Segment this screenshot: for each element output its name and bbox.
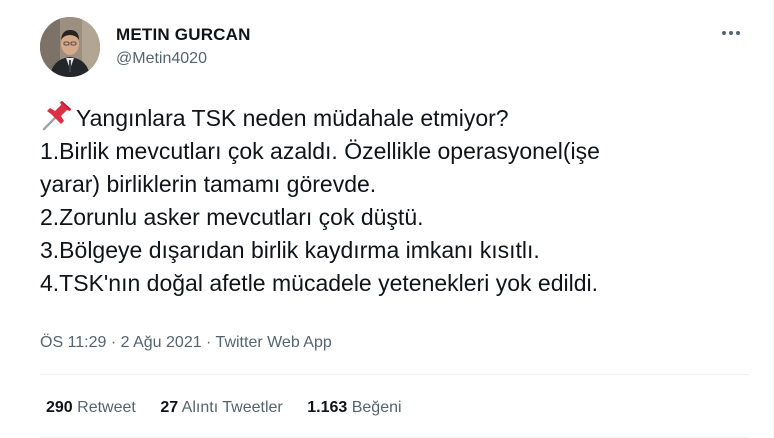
- meta-separator: ·: [106, 334, 121, 351]
- tweet-source[interactable]: Twitter Web App: [216, 334, 332, 351]
- avatar[interactable]: [40, 17, 100, 77]
- quotes-count: 27: [160, 399, 179, 416]
- retweets-label: Retweet: [77, 399, 136, 416]
- tweet-line: 1.Birlik mevcutları çok azaldı. Özellikl…: [40, 138, 600, 164]
- author-display-name[interactable]: METIN GURCAN: [116, 25, 251, 45]
- more-horizontal-icon: [722, 31, 740, 35]
- tweet-date[interactable]: 2 Ağu 2021: [121, 334, 202, 351]
- retweets-count: 290: [46, 399, 73, 416]
- tweet-text: Yangınlara TSK neden müdahale etmiyor? 1…: [40, 101, 740, 300]
- divider: [40, 374, 749, 375]
- tweet-metadata: ÖS 11:29 · 2 Ağu 2021 · Twitter Web App: [40, 333, 332, 353]
- pushpin-icon: [40, 101, 74, 131]
- likes-label: Beğeni: [351, 399, 402, 416]
- quote-tweets-stat[interactable]: 27 Alıntı Tweetler: [160, 398, 282, 418]
- author-handle[interactable]: @Metin4020: [116, 48, 251, 70]
- tweet-line: 4.TSK'nın doğal afetle mücadele yetenekl…: [40, 270, 598, 296]
- tweet-line: 2.Zorunlu asker mevcutları çok düştü.: [40, 204, 424, 230]
- tweet-line: 3.Bölgeye dışarıdan birlik kaydırma imka…: [40, 237, 540, 263]
- more-options-button[interactable]: [717, 23, 745, 43]
- likes-stat[interactable]: 1.163 Beğeni: [307, 398, 401, 418]
- meta-separator: ·: [201, 334, 216, 351]
- tweet-line: Yangınlara TSK neden müdahale etmiyor?: [40, 101, 740, 135]
- tweet-line: yarar) birliklerin tamamı görevde.: [40, 171, 377, 197]
- quotes-label: Alıntı Tweetler: [181, 399, 283, 416]
- tweet-stats: 290 Retweet 27 Alıntı Tweetler 1.163 Beğ…: [46, 398, 422, 418]
- author-info: METIN GURCAN @Metin4020: [116, 25, 251, 70]
- tweet-time[interactable]: ÖS 11:29: [40, 334, 106, 351]
- tweet-header: METIN GURCAN @Metin4020: [40, 17, 753, 79]
- likes-count: 1.163: [307, 399, 348, 416]
- retweets-stat[interactable]: 290 Retweet: [46, 398, 136, 418]
- tweet-line-text: Yangınlara TSK neden müdahale etmiyor?: [76, 105, 509, 131]
- tweet-card: METIN GURCAN @Metin4020 Yangınlara TSK n…: [0, 0, 774, 438]
